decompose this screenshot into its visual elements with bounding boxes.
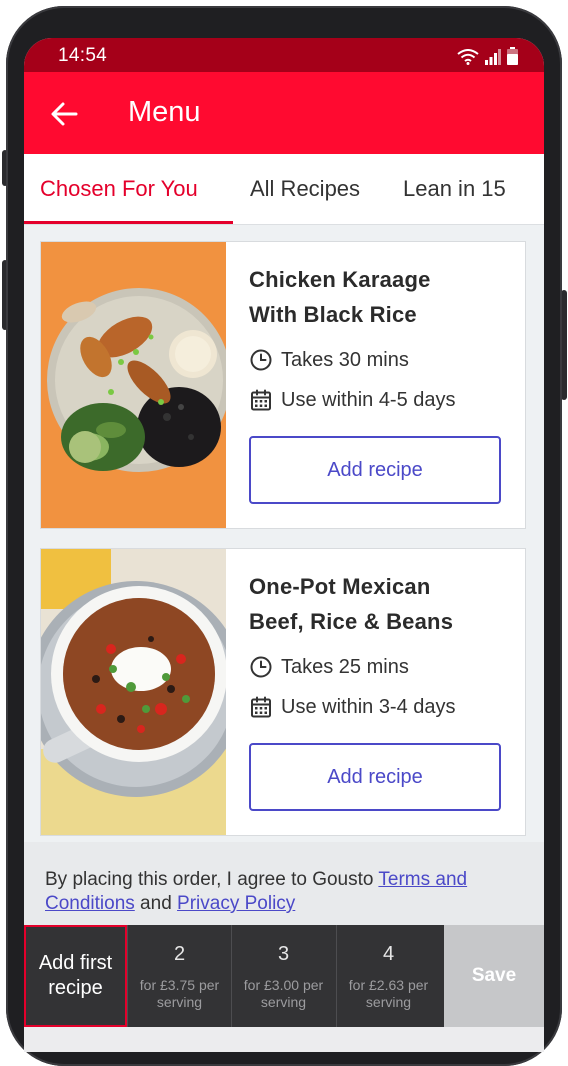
- portion-option-2[interactable]: 2 for £3.75 per serving: [127, 925, 231, 1027]
- tab-chosen-for-you[interactable]: Chosen For You: [40, 176, 198, 202]
- wifi-icon: [457, 49, 479, 65]
- add-first-label-line: Add first: [38, 952, 113, 974]
- portion-price-line: for £3.00 per: [243, 977, 324, 993]
- recipe-title-line: One-Pot Mexican: [249, 574, 431, 599]
- recipe-card[interactable]: Chicken Karaage With Black Rice Takes 30…: [40, 241, 526, 529]
- status-bar: 14:54: [24, 38, 544, 72]
- portion-price-line: serving: [365, 994, 412, 1010]
- portion-price: for £3.75 per serving: [128, 977, 231, 1011]
- cook-time-text: Takes 30 mins: [281, 348, 409, 371]
- page-title: Menu: [128, 96, 201, 128]
- recipe-image-chicken-karaage[interactable]: [41, 242, 226, 528]
- consent-prefix: By placing this order, I agree to Gousto: [45, 869, 379, 890]
- clock-icon: [250, 349, 272, 371]
- recipe-title-line: With Black Rice: [249, 302, 417, 327]
- menu-tabs: Chosen For You All Recipes Lean in 15: [24, 154, 544, 225]
- calendar-icon: [251, 389, 271, 411]
- portion-price: for £2.63 per serving: [337, 977, 440, 1011]
- portion-option-3[interactable]: 3 for £3.00 per serving: [231, 925, 335, 1027]
- cook-time-row: Takes 25 mins: [249, 655, 409, 679]
- status-time: 14:54: [58, 45, 108, 66]
- status-icons: [457, 47, 518, 65]
- calendar-icon: [251, 696, 271, 718]
- shelf-life-text: Use within 4-5 days: [281, 388, 456, 411]
- add-recipe-button[interactable]: Add recipe: [249, 436, 501, 504]
- save-button[interactable]: Save: [444, 925, 544, 1027]
- signal-icon: [485, 49, 501, 65]
- consent-middle: and: [134, 893, 178, 914]
- arrow-left-icon[interactable]: [48, 98, 80, 130]
- app-bar: Menu: [24, 72, 544, 154]
- portion-count: 3: [277, 943, 290, 965]
- recipe-title[interactable]: Chicken Karaage With Black Rice: [249, 262, 509, 332]
- add-first-recipe-option[interactable]: Add first recipe: [24, 925, 127, 1027]
- phone-device: 14:54 Menu Chosen For You All Recipes Le…: [0, 0, 568, 1066]
- shelf-life-row: Use within 3-4 days: [249, 695, 456, 719]
- clock-icon: [250, 656, 272, 678]
- portion-price-line: serving: [260, 994, 307, 1010]
- portion-count: 2: [173, 943, 186, 965]
- tab-lean-in-15[interactable]: Lean in 15: [403, 176, 506, 202]
- portion-price-line: serving: [156, 994, 203, 1010]
- portion-price-line: for £2.63 per: [348, 977, 429, 993]
- consent-text: By placing this order, I agree to Gousto…: [45, 868, 525, 916]
- portion-option-4[interactable]: 4 for £2.63 per serving: [336, 925, 440, 1027]
- cook-time-row: Takes 30 mins: [249, 348, 409, 372]
- portion-selector-bar: Add first recipe 2 for £3.75 per serving…: [24, 925, 544, 1027]
- bottom-navigation: [24, 1027, 544, 1052]
- order-consent: By placing this order, I agree to Gousto…: [24, 842, 544, 925]
- recipe-card[interactable]: One-Pot Mexican Beef, Rice & Beans Takes…: [40, 548, 526, 836]
- shelf-life-text: Use within 3-4 days: [281, 695, 456, 718]
- add-recipe-button[interactable]: Add recipe: [249, 743, 501, 811]
- battery-icon: [507, 47, 518, 65]
- recipe-title[interactable]: One-Pot Mexican Beef, Rice & Beans: [249, 569, 509, 639]
- portion-price-line: for £3.75 per: [139, 977, 220, 993]
- add-first-label-line: recipe: [48, 977, 103, 999]
- portion-count: 4: [382, 943, 395, 965]
- app-screen: 14:54 Menu Chosen For You All Recipes Le…: [24, 38, 544, 1052]
- cook-time-text: Takes 25 mins: [281, 655, 409, 678]
- shelf-life-row: Use within 4-5 days: [249, 388, 456, 412]
- recipe-image-mexican-beef[interactable]: [41, 549, 226, 835]
- recipe-list: Chicken Karaage With Black Rice Takes 30…: [24, 224, 544, 844]
- portion-price: for £3.00 per serving: [232, 977, 335, 1011]
- recipe-title-line: Chicken Karaage: [249, 267, 431, 292]
- recipe-title-line: Beef, Rice & Beans: [249, 609, 454, 634]
- privacy-policy-link[interactable]: Privacy Policy: [177, 893, 295, 914]
- tab-all-recipes[interactable]: All Recipes: [250, 176, 360, 202]
